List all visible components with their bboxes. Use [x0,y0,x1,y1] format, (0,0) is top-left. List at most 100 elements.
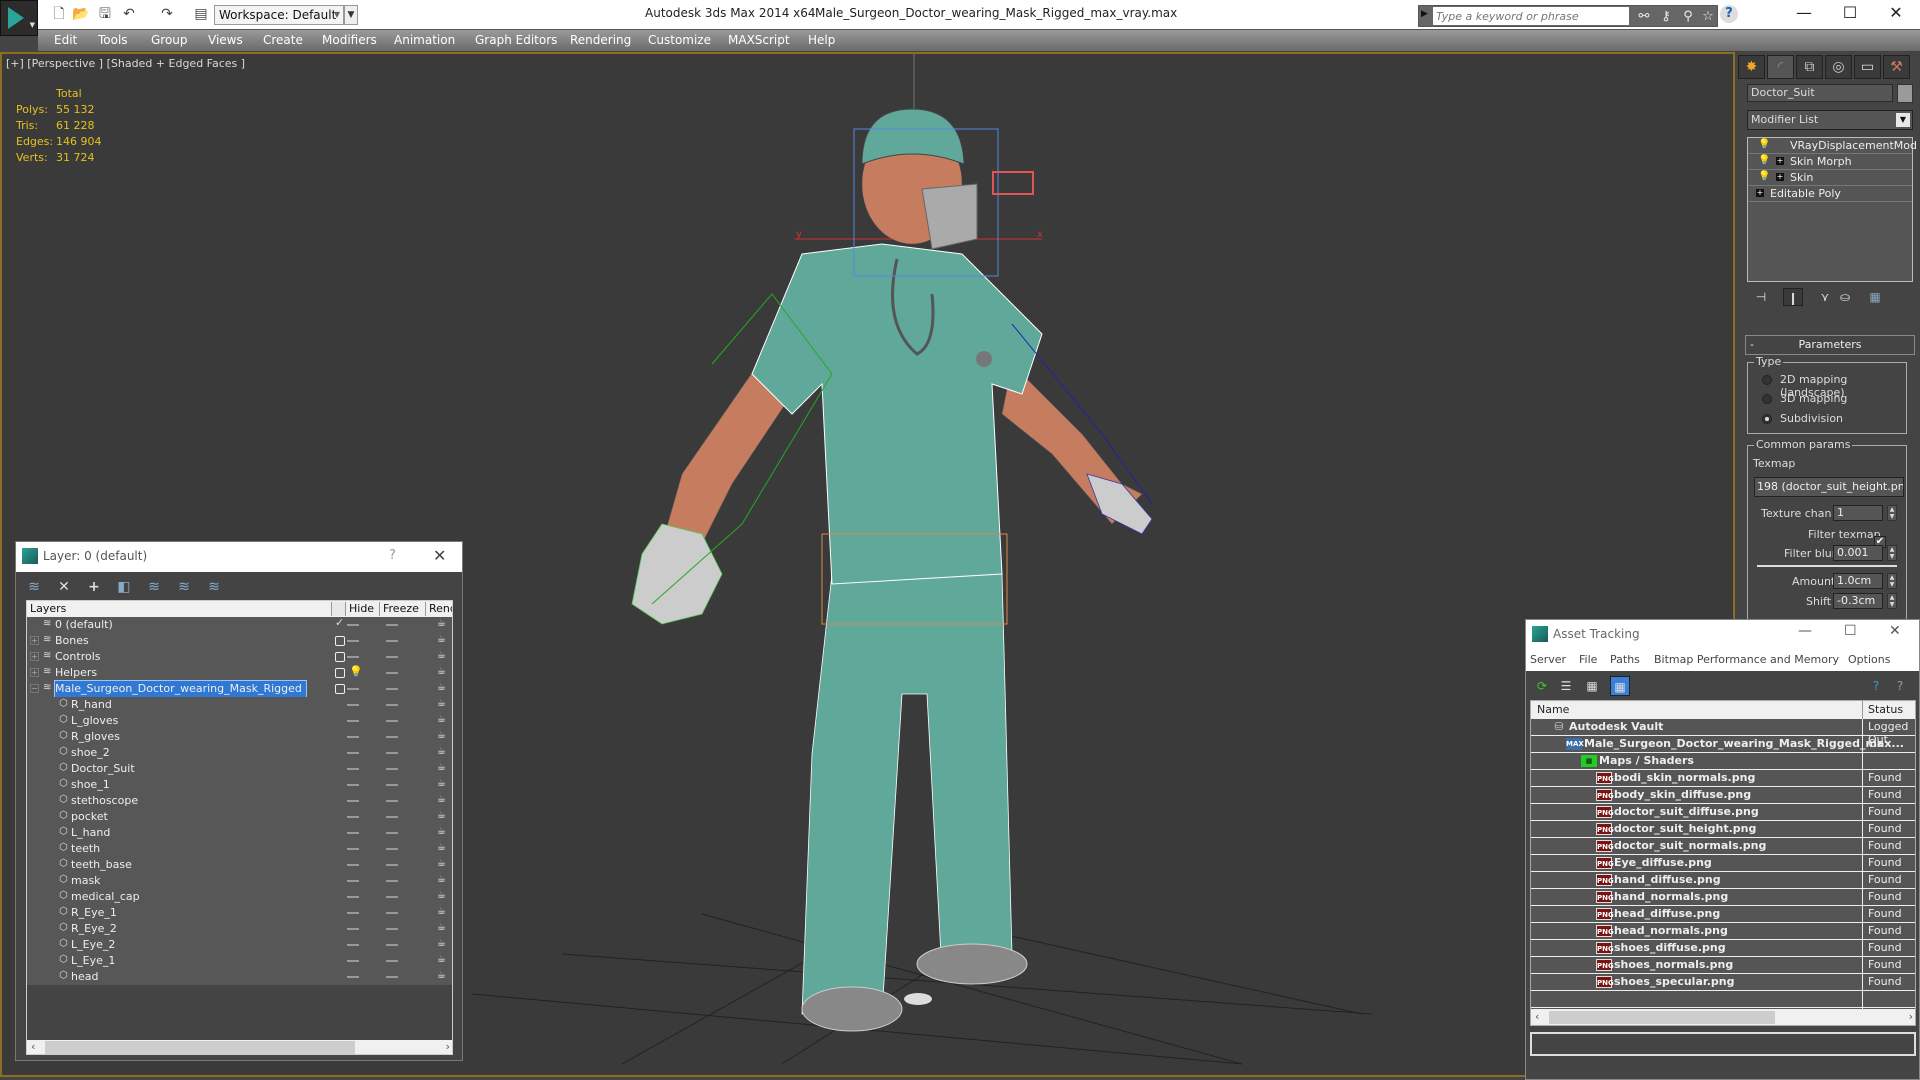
render-teapot-icon[interactable]: ☕ [437,762,446,773]
expand-icon[interactable]: + [30,668,39,677]
object-row[interactable]: ⬡ R_hand ☕ [27,697,452,713]
satellite-icon[interactable]: ⚲ [1679,8,1697,26]
layer-name[interactable]: mask [71,873,105,889]
hide-toggle[interactable] [347,864,359,866]
freeze-toggle[interactable] [386,672,398,674]
spinner-arrows[interactable]: ▲ ▼ [1887,593,1897,609]
scroll-thumb[interactable] [1549,1011,1775,1024]
hide-toggle[interactable] [347,656,359,658]
expand-icon[interactable]: + [30,652,39,661]
asset-row[interactable]: PNG doctor_suit_height.png Found [1531,821,1915,838]
hide-toggle[interactable] [347,880,359,882]
column-freeze[interactable]: Freeze [379,602,419,616]
hide-toggle[interactable] [347,640,359,642]
freeze-unfreeze-all-icon[interactable]: ≋ [204,577,224,597]
redo-icon[interactable]: ↷ [158,5,176,23]
scroll-right-icon[interactable]: › [1909,1010,1913,1023]
object-row[interactable]: ⬡ teeth ☕ [27,841,452,857]
star-icon[interactable]: ☆ [1699,8,1717,26]
render-teapot-icon[interactable]: ☕ [437,746,446,757]
asset-row[interactable]: PNG hand_diffuse.png Found [1531,872,1915,889]
hide-toggle[interactable] [347,704,359,706]
scroll-thumb[interactable] [45,1041,355,1054]
layer-name[interactable]: R_hand [71,697,116,713]
layer-name[interactable]: Doctor_Suit [71,761,139,777]
current-layer-toggle[interactable] [335,652,345,662]
asset-row[interactable]: PNG shoes_diffuse.png Found [1531,940,1915,957]
expand-plus-icon[interactable]: + [1756,189,1764,197]
radio-subdivision[interactable] [1762,414,1772,424]
utilities-tab-icon[interactable]: ⚒ [1883,55,1910,79]
stack-item[interactable]: + Editable Poly [1748,186,1912,202]
object-row[interactable]: ⬡ medical_cap ☕ [27,889,452,905]
create-layer-icon[interactable]: ≋ [24,577,44,597]
modify-tab-icon[interactable]: ◜ [1767,55,1794,79]
expand-plus-icon[interactable]: + [1776,157,1784,165]
radio-3d-mapping[interactable] [1762,394,1772,404]
object-row[interactable]: ⬡ shoe_1 ☕ [27,777,452,793]
layer-name[interactable]: L_gloves [71,713,122,729]
asset-row[interactable]: ▦ Maps / Shaders [1531,753,1915,770]
layer-name[interactable]: R_gloves [71,729,124,745]
freeze-toggle[interactable] [386,720,398,722]
hide-toggle[interactable] [347,816,359,818]
layer-row[interactable]: + ≋ Controls ☕ [27,649,452,665]
radio-2d-mapping[interactable] [1762,375,1772,385]
render-teapot-icon[interactable]: ☕ [437,634,446,645]
layer-name[interactable]: R_Eye_2 [71,921,121,937]
render-teapot-icon[interactable]: ☕ [437,970,446,981]
freeze-toggle[interactable] [386,832,398,834]
table-view-icon[interactable]: ▦ [1610,676,1630,696]
vault-help-icon[interactable]: ? [1866,676,1886,696]
quick-access-customize-button[interactable]: ▼ [344,5,358,25]
object-row[interactable]: ⬡ R_gloves ☕ [27,729,452,745]
menu-server[interactable]: Server [1530,653,1566,666]
hide-toggle[interactable] [347,944,359,946]
maximize-button[interactable]: ☐ [1827,0,1873,28]
freeze-toggle[interactable] [386,624,398,626]
freeze-toggle[interactable] [386,960,398,962]
freeze-toggle[interactable] [386,896,398,898]
freeze-toggle[interactable] [386,848,398,850]
asset-row[interactable]: ⛁ Autodesk Vault Logged Out [1531,719,1915,746]
object-row[interactable]: ⬡ mask ☕ [27,873,452,889]
show-end-result-icon[interactable]: ❙ [1783,288,1803,306]
freeze-toggle[interactable] [386,704,398,706]
close-button[interactable]: ✕ [433,546,446,565]
spinner-arrows[interactable]: ▲ ▼ [1887,545,1897,561]
texture-chan-spinner[interactable]: 1 [1833,505,1883,521]
dialog-titlebar[interactable]: Asset Tracking — ☐ ✕ [1526,620,1919,649]
freeze-toggle[interactable] [386,912,398,914]
layer-name[interactable]: Bones [55,633,93,649]
layer-name[interactable]: L_hand [71,825,114,841]
render-teapot-icon[interactable]: ☕ [437,906,446,917]
shift-spinner[interactable]: -0.3cm [1833,593,1883,609]
layer-name[interactable]: medical_cap [71,889,144,905]
object-row[interactable]: ⬡ L_Eye_1 ☕ [27,953,452,969]
layer-name[interactable]: stethoscope [71,793,142,809]
object-row[interactable]: ⬡ L_hand ☕ [27,825,452,841]
hide-toggle[interactable] [347,784,359,786]
hide-toggle[interactable] [347,720,359,722]
checkmark-icon[interactable]: ✓ [335,616,344,629]
render-teapot-icon[interactable]: ☕ [437,794,446,805]
render-teapot-icon[interactable]: ☕ [437,922,446,933]
project-folder-icon[interactable]: ▤ [192,5,210,23]
render-teapot-icon[interactable]: ☕ [437,954,446,965]
scroll-left-icon[interactable]: ‹ [1535,1010,1539,1023]
hide-toggle[interactable] [347,768,359,770]
list-view-icon[interactable]: ☰ [1556,676,1576,696]
layer-name[interactable]: pocket [71,809,112,825]
freeze-toggle[interactable] [386,736,398,738]
hide-toggle[interactable] [347,896,359,898]
expand-icon[interactable]: + [30,636,39,645]
freeze-toggle[interactable] [386,640,398,642]
column-hide[interactable]: Hide [345,602,374,616]
remove-modifier-icon[interactable]: ⛀ [1835,288,1855,306]
layer-name[interactable]: 0 (default) [55,617,117,633]
scroll-left-icon[interactable]: ‹ [31,1040,35,1053]
stack-item[interactable]: 💡 VRayDisplacementMod [1748,138,1917,154]
column-render[interactable]: Rend [425,602,452,616]
dialog-titlebar[interactable]: Layer: 0 (default) ? ✕ [16,542,462,572]
hide-toggle[interactable] [347,624,359,626]
